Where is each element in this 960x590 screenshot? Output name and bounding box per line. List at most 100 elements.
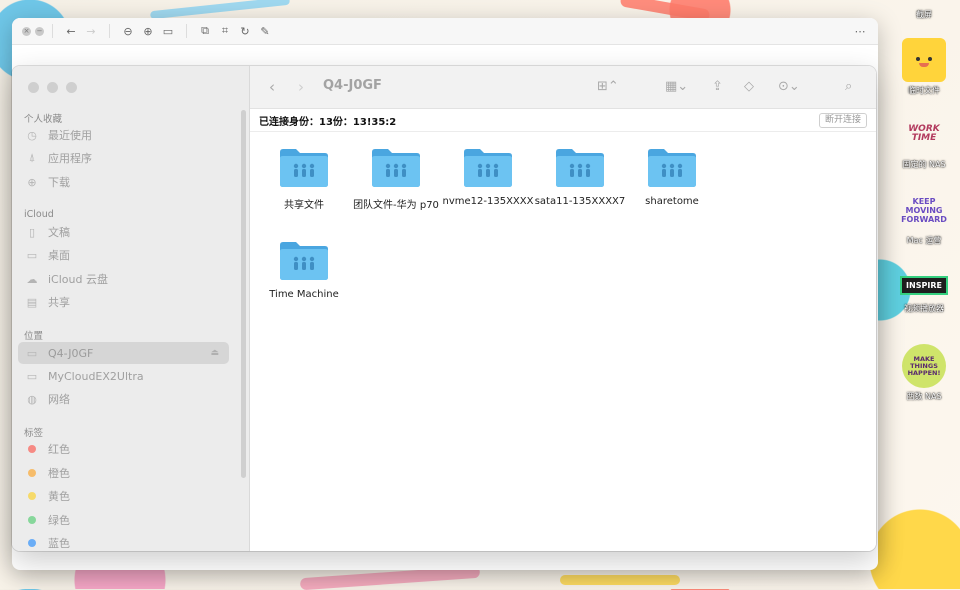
shared-folder-icon [372, 149, 420, 187]
search-icon[interactable]: ⌕ [845, 77, 852, 97]
desktop-icon-label: 西数 NAS [906, 392, 942, 401]
sidebar-item-q4-j0gf[interactable]: ▭ Q4-J0GF ⏏ [18, 342, 229, 364]
sidebar-item-downloads[interactable]: ⊕ 下载 [18, 171, 229, 193]
grid-view-icon[interactable]: ⊞⌃ [597, 77, 619, 97]
content-area: ‹ › Q4-J0GF ⊞⌃ ▦⌄ ⇪ ◇ ⊙⌄ ⌕ 已连接身份：13份：13!… [250, 66, 876, 551]
finder-window: 个人收藏 ◷ 最近使用 ⍋ 应用程序 ⊕ 下载 iCloud ▯ 文稿 ▭ 桌面… [12, 66, 876, 551]
desktop-label-screenshots: 截屏 [916, 10, 932, 19]
folder-item[interactable]: 共享文件 [258, 146, 350, 211]
more-icon[interactable]: ⋯ [850, 21, 870, 41]
folder-item[interactable]: Time Machine [258, 239, 350, 300]
connection-status-bar: 已连接身份：13份：13!35:2 断开连接 [250, 109, 876, 132]
desktop-icon-label: 视频播放器 [904, 304, 944, 313]
yellow-tag-icon [28, 492, 36, 500]
minimize-button[interactable] [47, 82, 58, 93]
sidebar-item-label: 最近使用 [48, 129, 92, 142]
sidebar-item-desktop[interactable]: ▭ 桌面 [18, 244, 229, 266]
section-icloud: iCloud [24, 209, 54, 220]
shared-folder-icon [464, 149, 512, 187]
back-icon[interactable]: ‹ [269, 77, 275, 97]
desktop-icon-mac-ops[interactable]: KEEP MOVING FORWARD Mac 运营 [894, 188, 954, 246]
sidebar-item-network[interactable]: ◍ 网络 [18, 388, 229, 410]
preview-toolbar: × − ← → ⊖ ⊕ ▭ ⧉ ⌗ ↻ ✎ ⋯ [12, 18, 878, 45]
keep-moving-sticker-icon: KEEP MOVING FORWARD [901, 196, 947, 224]
shared-folder-icon [280, 149, 328, 187]
sidebar-item-label: 文稿 [48, 226, 70, 239]
sidebar-item-label: 应用程序 [48, 152, 92, 165]
desktop-icon-fixed-nas[interactable]: WORK TIME 固定的 NAS [894, 112, 954, 170]
sidebar-item-shared[interactable]: ▤ 共享 [18, 291, 229, 313]
sidebar-item-documents[interactable]: ▯ 文稿 [18, 221, 229, 243]
minimize-icon[interactable]: − [35, 26, 44, 36]
sidebar-item-label: 桌面 [48, 249, 70, 262]
sidebar-item-label: Q4-J0GF [48, 346, 94, 360]
sidebar-item-label: 共享 [48, 296, 70, 309]
action-menu-icon[interactable]: ⊙⌄ [778, 77, 800, 97]
sidebar-item-label: 红色 [48, 443, 70, 456]
apps-icon: ⍋ [28, 151, 36, 164]
sidebar-tag-orange[interactable]: 橙色 [18, 462, 229, 484]
crop-icon[interactable]: ⌗ [215, 21, 235, 41]
share-icon[interactable]: ⇪ [712, 77, 723, 97]
finder-toolbar: ‹ › Q4-J0GF ⊞⌃ ▦⌄ ⇪ ◇ ⊙⌄ ⌕ [250, 66, 876, 109]
sidebar-item-recents[interactable]: ◷ 最近使用 [18, 124, 229, 146]
folder-name: sata11-135XXXX7 [534, 196, 626, 207]
desktop-icon-video-player[interactable]: INSPIRE 视频播放器 [894, 270, 954, 314]
make-things-happen-sticker-icon: MAKE THINGS HAPPEN! [902, 344, 946, 388]
orange-tag-icon [28, 469, 36, 477]
fit-icon[interactable]: ▭ [158, 21, 178, 41]
sidebar-scrollbar[interactable] [241, 110, 246, 478]
section-locations: 位置 [24, 331, 44, 342]
copy-icon[interactable]: ⧉ [195, 21, 215, 41]
sidebar-tag-green[interactable]: 绿色 [18, 509, 229, 531]
blue-tag-icon [28, 539, 36, 547]
folder-item[interactable]: 团队文件-华为 p70 [350, 146, 442, 211]
sidebar-item-icloud-drive[interactable]: ☁ iCloud 云盘 [18, 268, 229, 290]
desktop-icon-label: Mac 运营 [906, 236, 942, 245]
section-tags: 标签 [24, 428, 44, 439]
sidebar-tag-yellow[interactable]: 黄色 [18, 485, 229, 507]
eject-icon[interactable]: ⏏ [210, 348, 219, 358]
rotate-icon[interactable]: ↻ [235, 21, 255, 41]
tag-icon[interactable]: ◇ [744, 77, 754, 97]
folder-item[interactable]: sharetome [626, 146, 718, 207]
sidebar-tag-red[interactable]: 红色 [18, 438, 229, 460]
forward-arrow-icon[interactable]: → [81, 21, 101, 41]
desktop-icon-temp[interactable]: 临时文件 [894, 38, 954, 96]
sidebar-item-label: 黄色 [48, 490, 70, 503]
sidebar-item-mycloud[interactable]: ▭ MyCloudEX2Ultra [18, 365, 229, 387]
traffic-lights [28, 82, 77, 93]
zoom-out-icon[interactable]: ⊖ [118, 21, 138, 41]
folder-name: 团队文件-华为 p70 [353, 200, 439, 211]
group-icon[interactable]: ▦⌄ [665, 77, 688, 97]
close-icon[interactable]: × [22, 26, 31, 36]
desktop-icon-wd-nas[interactable]: MAKE THINGS HAPPEN! 西数 NAS [894, 344, 954, 402]
zoom-in-icon[interactable]: ⊕ [138, 21, 158, 41]
desktop-icon-label: 固定的 NAS [902, 160, 946, 169]
sidebar-item-label: 橙色 [48, 467, 70, 480]
markup-icon[interactable]: ✎ [255, 21, 275, 41]
red-tag-icon [28, 445, 36, 453]
server-icon: ▭ [26, 369, 38, 383]
shared-folder-icon [648, 149, 696, 187]
green-tag-icon [28, 516, 36, 524]
folder-name: sharetome [645, 196, 699, 207]
folder-item[interactable]: nvme12-135XXXX [442, 146, 534, 207]
shared-folder-icon: ▤ [26, 295, 38, 309]
sidebar-tag-blue[interactable]: 蓝色 [18, 532, 229, 551]
document-icon: ▯ [28, 225, 36, 239]
sidebar-item-label: 蓝色 [48, 537, 70, 550]
inspire-sticker-icon: INSPIRE [900, 270, 948, 300]
network-icon: ◍ [27, 392, 37, 406]
forward-icon[interactable]: › [298, 77, 304, 97]
folder-name: Time Machine [269, 289, 339, 300]
window-title: Q4-J0GF [323, 78, 382, 93]
folder-item[interactable]: sata11-135XXXX7 [534, 146, 626, 207]
close-button[interactable] [28, 82, 39, 93]
folder-icon [902, 38, 946, 82]
sidebar-item-applications[interactable]: ⍋ 应用程序 [18, 147, 229, 169]
desktop-icon-label: 临时文件 [908, 86, 940, 95]
disconnect-button[interactable]: 断开连接 [818, 113, 867, 128]
back-arrow-icon[interactable]: ← [61, 21, 81, 41]
zoom-button[interactable] [66, 82, 77, 93]
